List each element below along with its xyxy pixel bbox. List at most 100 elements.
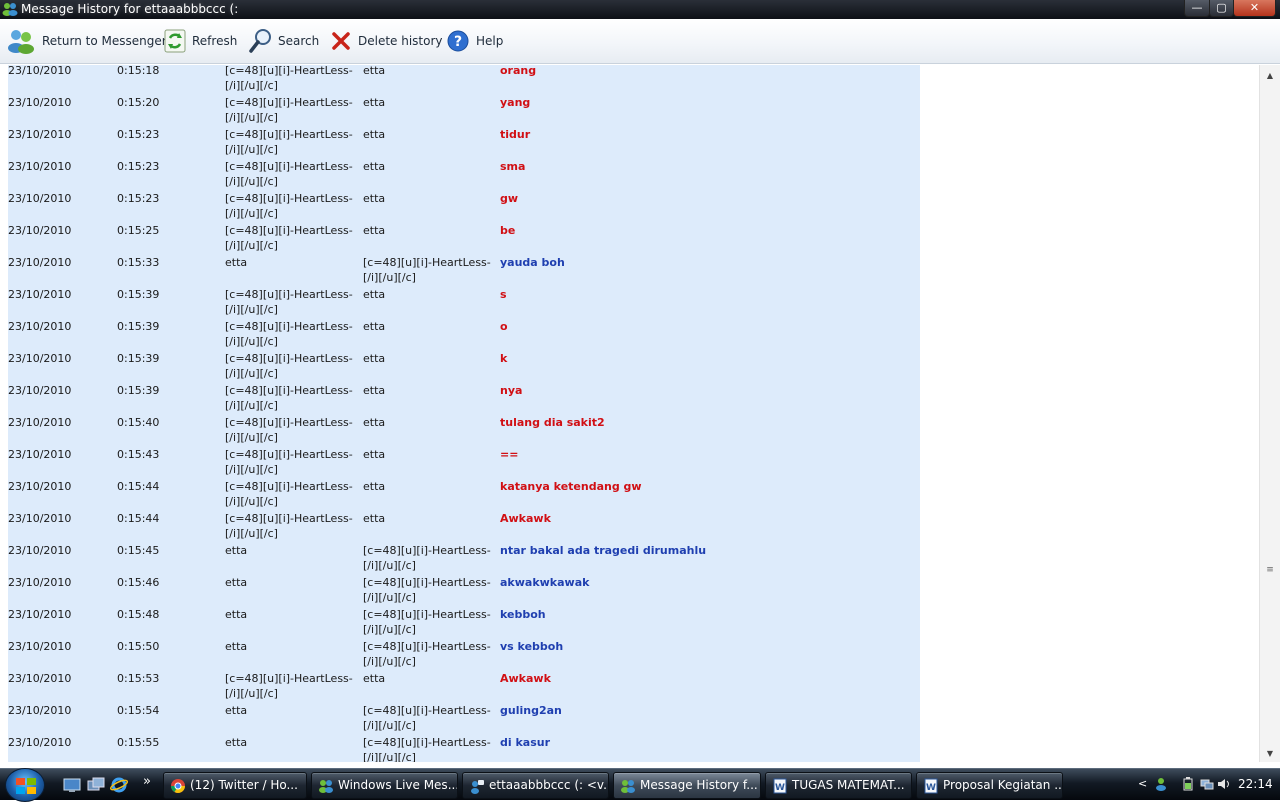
message-row: 23/10/2010 0:15:46 etta [c=48][u][i]-HeartL… [8,575,920,607]
delete-history-button[interactable]: Delete history [330,26,443,56]
close-button[interactable]: ✕ [1233,0,1276,17]
message-row: 23/10/2010 0:15:40 [c=48][u][i]-HeartLess-… [8,415,920,447]
message-from: etta [225,704,248,717]
message-time: 0:15:55 [117,736,160,749]
message-text: katanya ketendang gw [500,480,642,493]
message-to: [c=48][u][i]-HeartLess-[/i][/u][/c] [363,608,491,636]
minimize-button[interactable]: — [1184,0,1210,17]
message-row: 23/10/2010 0:15:50 etta [c=48][u][i]-HeartL… [8,639,920,671]
message-time: 0:15:18 [117,65,160,77]
message-row: 23/10/2010 0:15:43 [c=48][u][i]-HeartLess-… [8,447,920,479]
message-date: 23/10/2010 [8,96,72,109]
message-time: 0:15:39 [117,352,160,365]
show-hidden-icons-button[interactable]: < [1138,777,1147,790]
taskbar-item-tugas-matematika[interactable]: W TUGAS MATEMAT... [765,772,912,799]
network-icon[interactable] [1200,777,1214,791]
message-to: etta [363,192,386,205]
taskbar-item-message-history[interactable]: Message History f... [613,772,761,799]
help-label: Help [476,34,504,48]
volume-icon[interactable] [1217,777,1231,791]
message-from: [c=48][u][i]-HeartLess-[/i][/u][/c] [225,448,353,476]
clock[interactable]: 22:14 [1238,777,1273,791]
message-text: orang [500,65,537,77]
message-time: 0:15:40 [117,416,160,429]
messenger-tray-icon[interactable] [1154,777,1168,791]
battery-icon[interactable] [1181,777,1195,791]
refresh-button[interactable]: Refresh [164,26,237,56]
scroll-up-arrow[interactable]: ▲ [1260,71,1280,80]
message-text: o [500,320,508,333]
chrome-icon [171,779,185,793]
message-row: 23/10/2010 0:15:20 [c=48][u][i]-HeartLess-… [8,95,920,127]
toolbar: Return to Messenger Refresh Search Delet… [0,19,1280,64]
taskbar-item-chat-window[interactable]: ettaaabbbccc (: <v... [462,772,609,799]
taskbar-item-label: (12) Twitter / Ho... [190,778,298,792]
message-time: 0:15:39 [117,288,160,301]
message-from: etta [225,576,248,589]
taskbar-item-windows-live-messenger[interactable]: Windows Live Mes... [311,772,458,799]
help-button[interactable]: ? Help [446,26,503,56]
vertical-scrollbar[interactable]: ▲ ≡ ▼ [1259,65,1280,762]
window-title: Message History for ettaaabbbccc (: [21,2,239,16]
taskbar-item-label: ettaaabbbccc (: <v... [489,778,609,792]
taskbar-item-label: Windows Live Mes... [338,778,458,792]
show-desktop-icon[interactable] [63,777,81,793]
message-rows: 23/10/2010 0:15:18 [c=48][u][i]-HeartLess-… [8,65,920,762]
search-button[interactable]: Search [248,26,319,56]
message-text: be [500,224,516,237]
search-icon [249,29,271,53]
message-time: 0:15:44 [117,480,160,493]
scroll-down-arrow[interactable]: ▼ [1260,749,1280,758]
message-row: 23/10/2010 0:15:55 etta [c=48][u][i]-HeartL… [8,735,920,762]
message-row: 23/10/2010 0:15:39 [c=48][u][i]-HeartLess-… [8,351,920,383]
message-text: == [500,448,519,461]
message-from: etta [225,256,248,269]
return-to-messenger-button[interactable]: Return to Messenger [6,26,167,56]
message-row: 23/10/2010 0:15:53 [c=48][u][i]-HeartLess-… [8,671,920,703]
message-date: 23/10/2010 [8,448,72,461]
message-date: 23/10/2010 [8,128,72,141]
message-row: 23/10/2010 0:15:18 [c=48][u][i]-HeartLess-… [8,65,920,95]
message-time: 0:15:46 [117,576,160,589]
message-from: etta [225,640,248,653]
message-from: etta [225,608,248,621]
start-button[interactable] [5,768,45,802]
message-text: ntar bakal ada tragedi dirumahlu [500,544,707,557]
message-row: 23/10/2010 0:15:25 [c=48][u][i]-HeartLess-… [8,223,920,255]
title-bar[interactable]: Message History for ettaaabbbccc (: — ▢ … [0,0,1280,19]
message-date: 23/10/2010 [8,384,72,397]
message-time: 0:15:23 [117,128,160,141]
taskbar-item-proposal-kegiatan[interactable]: W Proposal Kegiatan ... [916,772,1063,799]
windows-logo-icon [16,778,36,794]
message-time: 0:15:39 [117,320,160,333]
scroll-thumb[interactable]: ≡ [1262,563,1278,577]
taskbar-item-label: Proposal Kegiatan ... [943,778,1063,792]
message-time: 0:15:23 [117,160,160,173]
message-date: 23/10/2010 [8,224,72,237]
message-from: [c=48][u][i]-HeartLess-[/i][/u][/c] [225,480,353,508]
message-from: [c=48][u][i]-HeartLess-[/i][/u][/c] [225,320,353,348]
message-date: 23/10/2010 [8,416,72,429]
message-from: [c=48][u][i]-HeartLess-[/i][/u][/c] [225,192,353,220]
message-history-view[interactable]: 23/10/2010 0:15:18 [c=48][u][i]-HeartLess-… [0,65,1259,762]
message-row: 23/10/2010 0:15:39 [c=48][u][i]-HeartLess-… [8,287,920,319]
taskbar-item-twitter[interactable]: (12) Twitter / Ho... [163,772,307,799]
maximize-button[interactable]: ▢ [1209,0,1234,17]
message-row: 23/10/2010 0:15:23 [c=48][u][i]-HeartLess-… [8,191,920,223]
message-time: 0:15:25 [117,224,160,237]
word-icon: W [773,778,787,794]
svg-text:?: ? [454,34,462,50]
message-row: 23/10/2010 0:15:44 [c=48][u][i]-HeartLess-… [8,479,920,511]
message-time: 0:15:39 [117,384,160,397]
quick-launch-more[interactable]: » [143,774,151,789]
internet-explorer-icon[interactable] [110,777,128,793]
message-date: 23/10/2010 [8,352,72,365]
message-to: etta [363,512,386,525]
message-from: [c=48][u][i]-HeartLess-[/i][/u][/c] [225,224,353,252]
switch-windows-icon[interactable] [87,777,105,793]
message-to: etta [363,320,386,333]
message-text: Awkawk [500,672,551,685]
message-to: etta [363,352,386,365]
message-text: yauda boh [500,256,565,269]
message-date: 23/10/2010 [8,640,72,653]
